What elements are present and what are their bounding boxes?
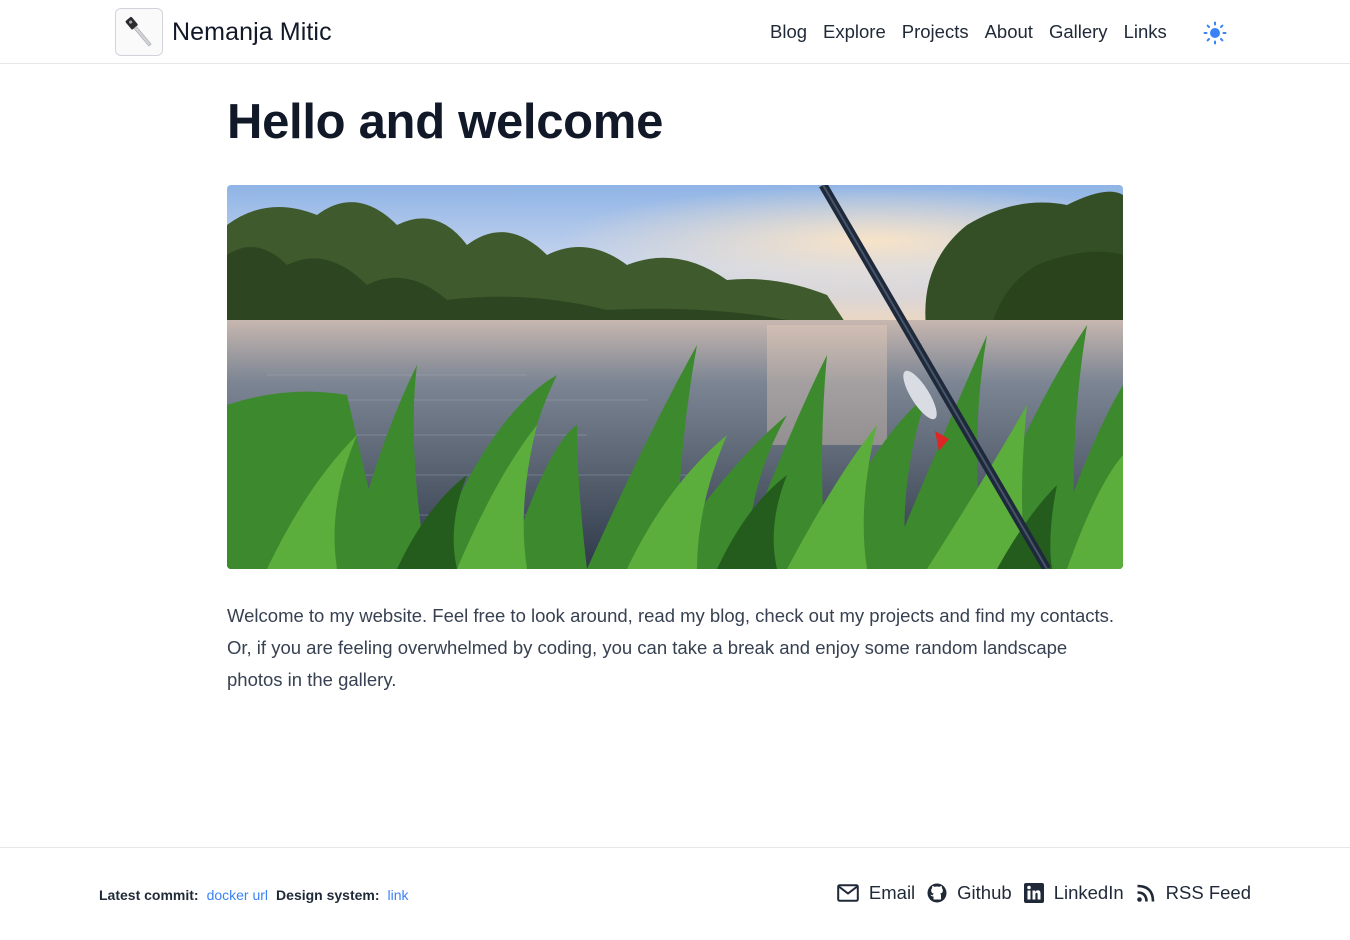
design-system-link[interactable]: link bbox=[388, 885, 409, 905]
logo-icon bbox=[115, 8, 163, 56]
github-icon bbox=[927, 883, 947, 903]
main-nav: Blog Explore Projects About Gallery Link… bbox=[762, 17, 1175, 47]
footer-rss-label: RSS Feed bbox=[1165, 882, 1251, 903]
site-name: Nemanja Mitic bbox=[172, 17, 332, 46]
home-link[interactable]: Nemanja Mitic bbox=[115, 8, 332, 56]
design-system-label: Design system: bbox=[276, 887, 380, 903]
commit-link[interactable]: docker url bbox=[207, 885, 268, 905]
footer-meta: Latest commit: docker url Design system:… bbox=[99, 885, 409, 905]
commit-label: Latest commit: bbox=[99, 887, 199, 903]
nav-gallery[interactable]: Gallery bbox=[1041, 17, 1116, 47]
site-header: Nemanja Mitic Blog Explore Projects Abou… bbox=[0, 0, 1350, 64]
site-footer: Latest commit: docker url Design system:… bbox=[0, 847, 1350, 940]
nav-projects[interactable]: Projects bbox=[894, 17, 977, 47]
nav-about[interactable]: About bbox=[977, 17, 1041, 47]
footer-social: Email Github LinkedIn RSS Feed bbox=[825, 882, 1251, 904]
footer-email-link[interactable]: Email bbox=[837, 882, 915, 904]
sun-icon bbox=[1203, 21, 1227, 45]
mail-icon bbox=[837, 884, 859, 902]
footer-linkedin-link[interactable]: LinkedIn bbox=[1023, 882, 1124, 904]
linkedin-icon bbox=[1023, 883, 1044, 903]
footer-linkedin-label: LinkedIn bbox=[1053, 882, 1124, 903]
nav-blog[interactable]: Blog bbox=[762, 17, 815, 47]
footer-github-link[interactable]: Github bbox=[927, 882, 1012, 904]
footer-email-label: Email bbox=[868, 882, 916, 903]
hero-image bbox=[227, 185, 1123, 569]
footer-rss-link[interactable]: RSS Feed bbox=[1136, 882, 1251, 904]
theme-toggle-button[interactable] bbox=[1202, 20, 1228, 46]
footer-github-label: Github bbox=[957, 882, 1012, 903]
intro-text: Welcome to my website. Feel free to look… bbox=[227, 605, 1115, 690]
nav-links[interactable]: Links bbox=[1116, 17, 1175, 47]
rss-icon bbox=[1136, 883, 1156, 903]
nav-explore[interactable]: Explore bbox=[815, 17, 894, 47]
page-title: Hello and welcome bbox=[227, 95, 664, 149]
